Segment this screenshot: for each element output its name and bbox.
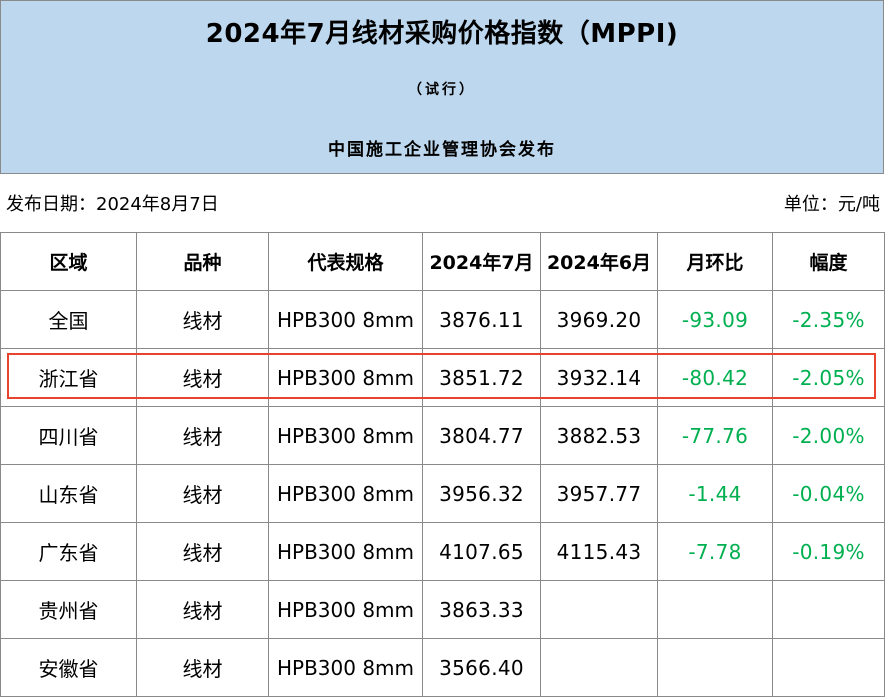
cell-region[interactable]: 浙江省 [0, 348, 137, 407]
cell-variety[interactable]: 线材 [136, 638, 269, 697]
publish-date: 发布日期：2024年8月7日 [6, 194, 219, 215]
cell-region[interactable]: 全国 [0, 290, 137, 349]
cell-july-price[interactable]: 3804.77 [422, 406, 541, 465]
col-header-region[interactable]: 区域 [0, 232, 137, 291]
cell-july-price[interactable]: 3863.33 [422, 580, 541, 639]
cell-spec[interactable]: HPB300 8mm [268, 348, 423, 407]
cell-region[interactable]: 安徽省 [0, 638, 137, 697]
cell-region[interactable]: 广东省 [0, 522, 137, 581]
table-row: 浙江省 线材 HPB300 8mm 3851.72 3932.14 -80.42… [0, 348, 885, 407]
cell-mom-change[interactable]: -80.42 [657, 348, 773, 407]
cell-july-price[interactable]: 4107.65 [422, 522, 541, 581]
table-row: 全国 线材 HPB300 8mm 3876.11 3969.20 -93.09 … [0, 290, 885, 349]
cell-pct-change[interactable]: -0.19% [772, 522, 885, 581]
cell-mom-change[interactable]: -7.78 [657, 522, 773, 581]
cell-spec[interactable]: HPB300 8mm [268, 464, 423, 523]
cell-june-price[interactable] [540, 580, 658, 639]
cell-mom-change[interactable] [657, 638, 773, 697]
col-header-mom[interactable]: 月环比 [657, 232, 773, 291]
table-row: 四川省 线材 HPB300 8mm 3804.77 3882.53 -77.76… [0, 406, 885, 465]
cell-mom-change[interactable]: -1.44 [657, 464, 773, 523]
cell-mom-change[interactable]: -77.76 [657, 406, 773, 465]
price-index-table: 区域 品种 代表规格 2024年7月 2024年6月 月环比 幅度 全国 线材 … [0, 232, 885, 697]
report-header: 2024年7月线材采购价格指数（MPPI) （试行） 中国施工企业管理协会发布 [0, 0, 884, 174]
table-row: 广东省 线材 HPB300 8mm 4107.65 4115.43 -7.78 … [0, 522, 885, 581]
cell-variety[interactable]: 线材 [136, 348, 269, 407]
cell-mom-change[interactable] [657, 580, 773, 639]
cell-pct-change[interactable]: -2.05% [772, 348, 885, 407]
cell-spec[interactable]: HPB300 8mm [268, 406, 423, 465]
cell-region[interactable]: 四川省 [0, 406, 137, 465]
cell-variety[interactable]: 线材 [136, 522, 269, 581]
col-header-pct[interactable]: 幅度 [772, 232, 885, 291]
table-row: 贵州省 线材 HPB300 8mm 3863.33 [0, 580, 885, 639]
cell-pct-change[interactable]: -0.04% [772, 464, 885, 523]
col-header-variety[interactable]: 品种 [136, 232, 269, 291]
cell-variety[interactable]: 线材 [136, 580, 269, 639]
spreadsheet-view: 2024年7月线材采购价格指数（MPPI) （试行） 中国施工企业管理协会发布 … [0, 0, 886, 697]
cell-july-price[interactable]: 3876.11 [422, 290, 541, 349]
cell-variety[interactable]: 线材 [136, 406, 269, 465]
cell-pct-change[interactable]: -2.35% [772, 290, 885, 349]
cell-variety[interactable]: 线材 [136, 464, 269, 523]
report-subtitle: （试行） [408, 82, 476, 98]
cell-pct-change[interactable] [772, 638, 885, 697]
cell-june-price[interactable] [540, 638, 658, 697]
cell-july-price[interactable]: 3566.40 [422, 638, 541, 697]
cell-july-price[interactable]: 3851.72 [422, 348, 541, 407]
cell-spec[interactable]: HPB300 8mm [268, 580, 423, 639]
cell-spec[interactable]: HPB300 8mm [268, 638, 423, 697]
cell-june-price[interactable]: 3969.20 [540, 290, 658, 349]
unit-label: 单位：元/吨 [783, 194, 880, 215]
col-header-july[interactable]: 2024年7月 [422, 232, 541, 291]
cell-variety[interactable]: 线材 [136, 290, 269, 349]
report-title: 2024年7月线材采购价格指数（MPPI) [205, 19, 679, 49]
cell-spec[interactable]: HPB300 8mm [268, 522, 423, 581]
cell-june-price[interactable]: 3932.14 [540, 348, 658, 407]
cell-pct-change[interactable]: -2.00% [772, 406, 885, 465]
cell-region[interactable]: 山东省 [0, 464, 137, 523]
cell-june-price[interactable]: 3957.77 [540, 464, 658, 523]
cell-july-price[interactable]: 3956.32 [422, 464, 541, 523]
cell-pct-change[interactable] [772, 580, 885, 639]
cell-region[interactable]: 贵州省 [0, 580, 137, 639]
cell-june-price[interactable]: 3882.53 [540, 406, 658, 465]
cell-spec[interactable]: HPB300 8mm [268, 290, 423, 349]
table-row: 山东省 线材 HPB300 8mm 3956.32 3957.77 -1.44 … [0, 464, 885, 523]
cell-june-price[interactable]: 4115.43 [540, 522, 658, 581]
info-row: 发布日期：2024年8月7日 单位：元/吨 [0, 174, 884, 232]
cell-mom-change[interactable]: -93.09 [657, 290, 773, 349]
table-header-row: 区域 品种 代表规格 2024年7月 2024年6月 月环比 幅度 [0, 232, 885, 291]
report-publisher: 中国施工企业管理协会发布 [328, 140, 556, 160]
col-header-spec[interactable]: 代表规格 [268, 232, 423, 291]
col-header-june[interactable]: 2024年6月 [540, 232, 658, 291]
table-row: 安徽省 线材 HPB300 8mm 3566.40 [0, 638, 885, 697]
